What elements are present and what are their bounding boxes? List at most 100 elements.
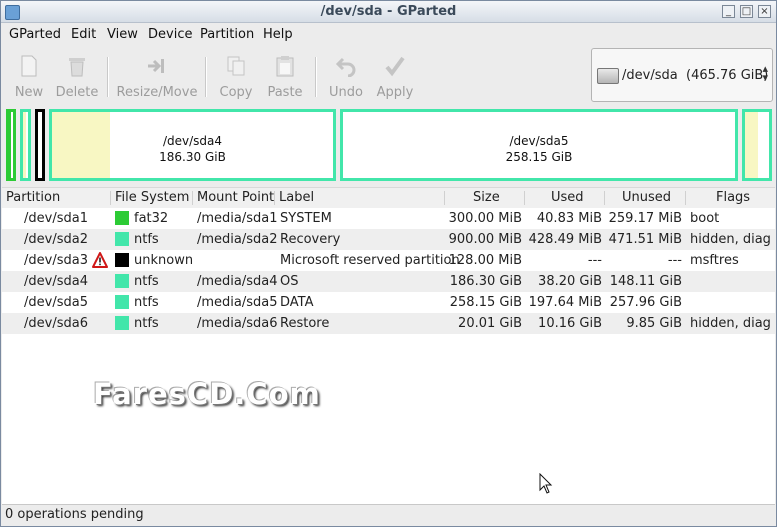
cell-mount-point: /media/sda4 — [197, 274, 278, 289]
undo-button[interactable]: Undo — [318, 49, 374, 101]
cell-used: 428.49 MiB — [528, 232, 602, 247]
paste-button[interactable]: Paste — [257, 49, 313, 101]
cell-file-system: fat32 — [134, 211, 169, 226]
paste-icon — [276, 56, 294, 77]
col-size[interactable]: Size — [473, 190, 500, 205]
menu-view[interactable]: View — [107, 27, 138, 42]
table-row[interactable]: /dev/sda3 unknown Microsoft reserved par… — [2, 250, 775, 271]
cell-file-system: ntfs — [134, 295, 159, 310]
fs-color-swatch — [115, 253, 129, 267]
menu-edit[interactable]: Edit — [71, 27, 96, 42]
cell-size: 128.00 MiB — [448, 253, 522, 268]
device-selector[interactable]: /dev/sda (465.76 GiB) ▴ ▾ — [591, 48, 773, 102]
partition-block-sda3[interactable] — [35, 109, 45, 181]
column-divider — [444, 191, 445, 205]
partition-block-sda2[interactable] — [20, 109, 31, 181]
cell-label: Microsoft reserved partition — [280, 253, 460, 268]
cell-file-system: unknown — [134, 253, 194, 268]
column-divider — [274, 191, 275, 205]
cell-file-system: ntfs — [134, 232, 159, 247]
cell-used: 10.16 GiB — [538, 316, 602, 331]
partition-table: /dev/sda1 fat32 /media/sda1 SYSTEM 300.0… — [2, 208, 775, 504]
warning-icon — [92, 252, 108, 268]
cell-flags: hidden, diag — [690, 316, 771, 331]
col-mount-point[interactable]: Mount Point — [197, 190, 274, 205]
partition-block-size: 186.30 GiB — [159, 150, 226, 164]
cell-flags: hidden, diag — [690, 232, 771, 247]
cell-size: 900.00 MiB — [448, 232, 522, 247]
resize-move-button[interactable]: Resize/Move — [116, 49, 198, 101]
toolbar-separator — [205, 57, 207, 97]
fs-color-swatch — [115, 295, 129, 309]
cell-label: Restore — [280, 316, 330, 331]
fs-color-swatch — [115, 316, 129, 330]
cell-size: 186.30 GiB — [449, 274, 522, 289]
chevron-updown-icon: ▴ ▾ — [762, 62, 768, 84]
partition-map: /dev/sda4 186.30 GiB /dev/sda5 258.15 Gi… — [3, 107, 774, 185]
table-row[interactable]: /dev/sda1 fat32 /media/sda1 SYSTEM 300.0… — [2, 208, 775, 229]
cell-label: DATA — [280, 295, 314, 310]
cell-used: --- — [587, 253, 602, 268]
delete-button[interactable]: Delete — [49, 49, 105, 101]
cell-used: 40.83 MiB — [536, 211, 602, 226]
cell-size: 300.00 MiB — [448, 211, 522, 226]
cell-unused: 9.85 GiB — [626, 316, 682, 331]
partition-block-sda1[interactable] — [6, 109, 16, 181]
status-bar: 0 operations pending — [2, 504, 775, 526]
table-row[interactable]: /dev/sda2 ntfs /media/sda2 Recovery 900.… — [2, 229, 775, 250]
menu-bar: GParted Edit View Device Partition Help — [1, 23, 776, 45]
cell-mount-point: /media/sda2 — [197, 232, 278, 247]
col-used[interactable]: Used — [551, 190, 584, 205]
col-file-system[interactable]: File System — [115, 190, 189, 205]
cell-partition: /dev/sda2 — [24, 232, 88, 247]
cell-unused: 259.17 MiB — [608, 211, 682, 226]
cell-partition: /dev/sda5 — [24, 295, 88, 310]
menu-partition[interactable]: Partition — [200, 27, 254, 42]
cell-partition: /dev/sda6 — [24, 316, 88, 331]
cell-label: SYSTEM — [280, 211, 332, 226]
title-bar[interactable]: /dev/sda - GParted _ □ × — [1, 1, 776, 23]
cell-file-system: ntfs — [134, 316, 159, 331]
menu-help[interactable]: Help — [263, 27, 293, 42]
new-icon — [21, 55, 37, 77]
cell-flags: boot — [690, 211, 720, 226]
col-unused[interactable]: Unused — [622, 190, 671, 205]
device-size: (465.76 GiB) — [686, 68, 769, 83]
close-icon[interactable]: × — [758, 5, 771, 18]
cell-unused: 257.96 GiB — [609, 295, 682, 310]
toolbar-separator — [315, 57, 317, 97]
menu-gparted[interactable]: GParted — [9, 27, 61, 42]
fs-color-swatch — [115, 232, 129, 246]
maximize-icon[interactable]: □ — [740, 5, 753, 18]
partition-block-sda4[interactable]: /dev/sda4 186.30 GiB — [49, 109, 336, 181]
cell-mount-point: /media/sda5 — [197, 295, 278, 310]
column-divider — [685, 191, 686, 205]
undo-label: Undo — [329, 85, 363, 100]
column-divider — [524, 191, 525, 205]
status-text: 0 operations pending — [5, 507, 144, 522]
partition-block-sda5[interactable]: /dev/sda5 258.15 GiB — [340, 109, 738, 181]
cell-size: 20.01 GiB — [458, 316, 522, 331]
toolbar-separator — [107, 57, 109, 97]
column-divider — [110, 191, 111, 205]
watermark-text: FaresCD.Com — [93, 377, 321, 411]
partition-block-sda6[interactable] — [742, 109, 772, 181]
apply-button[interactable]: Apply — [367, 49, 423, 101]
cell-label: Recovery — [280, 232, 341, 247]
table-row[interactable]: /dev/sda4 ntfs /media/sda4 OS 186.30 GiB… — [2, 271, 775, 292]
table-row[interactable]: /dev/sda6 ntfs /media/sda6 Restore 20.01… — [2, 313, 775, 334]
cell-unused: 148.11 GiB — [609, 274, 682, 289]
col-flags[interactable]: Flags — [716, 190, 750, 205]
paste-label: Paste — [267, 85, 303, 100]
window-title: /dev/sda - GParted — [320, 4, 457, 19]
minimize-icon[interactable]: _ — [722, 5, 735, 18]
cell-flags: msftres — [690, 253, 739, 268]
copy-button[interactable]: Copy — [208, 49, 264, 101]
cell-partition: /dev/sda3 — [24, 253, 88, 268]
cell-mount-point: /media/sda6 — [197, 316, 278, 331]
partition-block-size: 258.15 GiB — [505, 150, 573, 164]
col-label[interactable]: Label — [279, 190, 314, 205]
table-row[interactable]: /dev/sda5 ntfs /media/sda5 DATA 258.15 G… — [2, 292, 775, 313]
menu-device[interactable]: Device — [148, 27, 192, 42]
col-partition[interactable]: Partition — [6, 190, 60, 205]
